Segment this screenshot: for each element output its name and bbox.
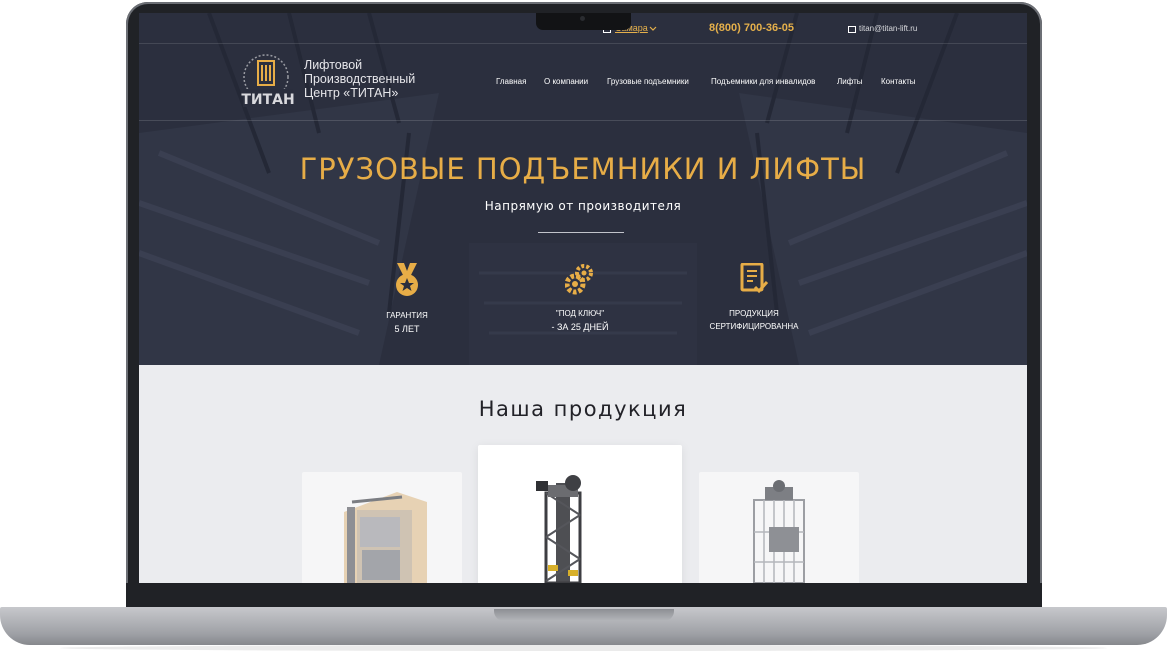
gears-icon [565, 264, 593, 295]
email-icon [848, 26, 856, 33]
titan-logo[interactable]: ТИТАН [241, 51, 297, 111]
website-screen: Самара 8(800) 700-36-05 titan@titan-lift… [139, 13, 1027, 583]
email-link[interactable]: titan@titan-lift.ru [859, 24, 917, 33]
elevator-cabin-image [753, 480, 805, 583]
feature-label: ПРОДУКЦИЯ [729, 309, 779, 318]
chevron-down-icon[interactable] [649, 26, 657, 32]
product-card-featured[interactable] [478, 445, 682, 583]
brand-line: Лифтовой [304, 58, 363, 72]
products-title: Наша продукция [478, 397, 688, 421]
feature-label: "ПОД КЛЮЧ" [555, 309, 605, 318]
nav-item-contacts[interactable]: Контакты [881, 77, 916, 86]
logo-wordmark: ТИТАН [241, 92, 294, 108]
certificate-icon [740, 263, 769, 294]
product-card[interactable] [699, 472, 859, 583]
medal-icon [396, 263, 418, 296]
nav-item-disabled-lifts[interactable]: Подъемники для инвалидов [711, 77, 815, 86]
brand-line: Центр «ТИТАН» [304, 86, 399, 100]
cargo-lift-image [344, 492, 427, 583]
header-divider [139, 120, 1027, 121]
feature-certified: ПРОДУКЦИЯ СЕРТИФИЦИРОВАННА [684, 263, 824, 331]
laptop-shadow [60, 645, 1107, 651]
brand-name: Лифтовой Производственный Центр «ТИТАН» [304, 58, 415, 100]
logo-emblem: ТИТАН [241, 54, 295, 108]
nav-item-home[interactable]: Главная [496, 77, 526, 86]
nav-item-elevators[interactable]: Лифты [837, 77, 863, 86]
nav-item-about[interactable]: О компании [544, 77, 588, 86]
brand-line: Производственный [304, 72, 416, 86]
hero-section: Самара 8(800) 700-36-05 titan@titan-lift… [139, 13, 1027, 365]
feature-warranty: ГАРАНТИЯ 5 ЛЕТ [337, 263, 477, 334]
feature-value: 5 ЛЕТ [394, 324, 420, 334]
feature-value: - ЗА 25 ДНЕЙ [551, 322, 609, 332]
phone-link[interactable]: 8(800) 700-36-05 [709, 22, 794, 34]
products-section: Наша продукция [139, 365, 1027, 583]
nav-item-cargo-lifts[interactable]: Грузовые подъемники [607, 77, 689, 86]
camera-icon [580, 16, 585, 21]
product-card[interactable] [302, 472, 462, 583]
hero-subtitle: Напрямую от производителя [484, 199, 682, 213]
mast-lift-image [536, 475, 582, 583]
feature-turnkey: "ПОД КЛЮЧ" - ЗА 25 ДНЕЙ [510, 263, 650, 332]
laptop-bottom-bezel [126, 583, 1042, 609]
hero-title: ГРУЗОВЫЕ ПОДЪЕМНИКИ И ЛИФТЫ [299, 152, 867, 186]
laptop-base-notch [494, 609, 674, 621]
feature-label: ГАРАНТИЯ [386, 311, 428, 320]
feature-value: СЕРТИФИЦИРОВАННА [709, 322, 799, 331]
hero-divider [538, 232, 624, 233]
